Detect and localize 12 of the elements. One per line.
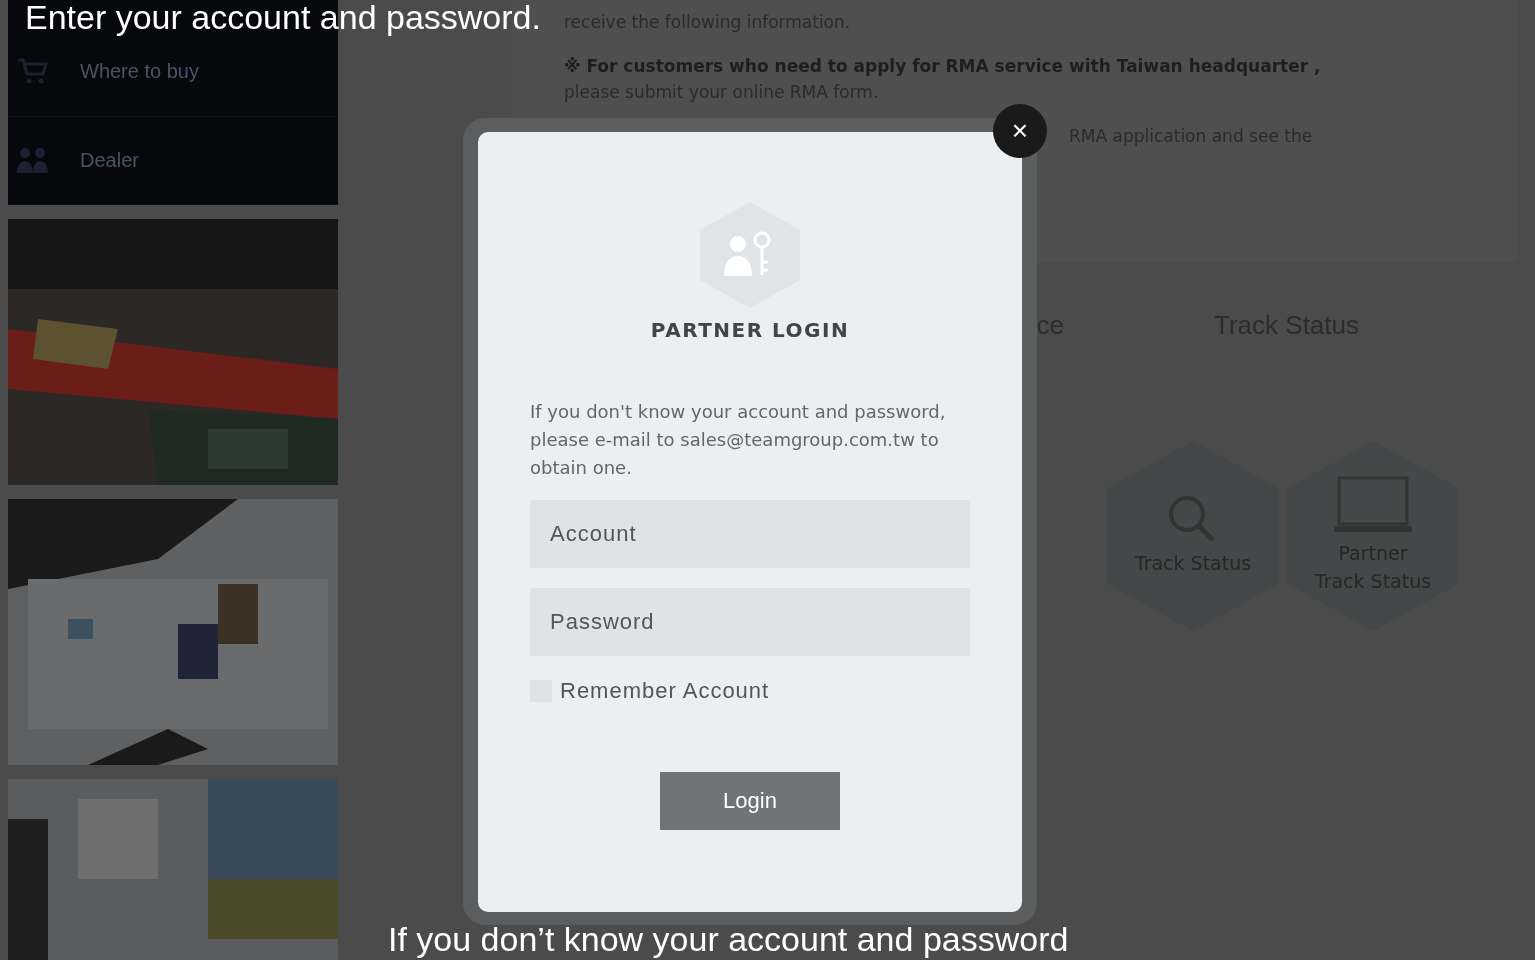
menu-item[interactable]: Dealer [80,148,139,172]
dialog-note: If you don't know your account and password, please e-mail to sales@teamgroup.com.tw to obtain one. [530,400,947,480]
caption-text: Enter your account and password. [25,0,541,34]
dialog-title: PARTNER LOGIN [650,318,850,342]
login-field[interactable]: Password [530,588,970,656]
login-field[interactable]: Account [530,500,970,568]
people-icon [16,145,50,176]
remember-label[interactable]: Remember Account [560,678,770,704]
caption-text: If you don’t know your account and password [388,922,1069,956]
menu-item[interactable]: Where to buy [80,60,199,84]
partner-key-icon [698,200,802,310]
login-button[interactable]: Login [660,772,840,830]
